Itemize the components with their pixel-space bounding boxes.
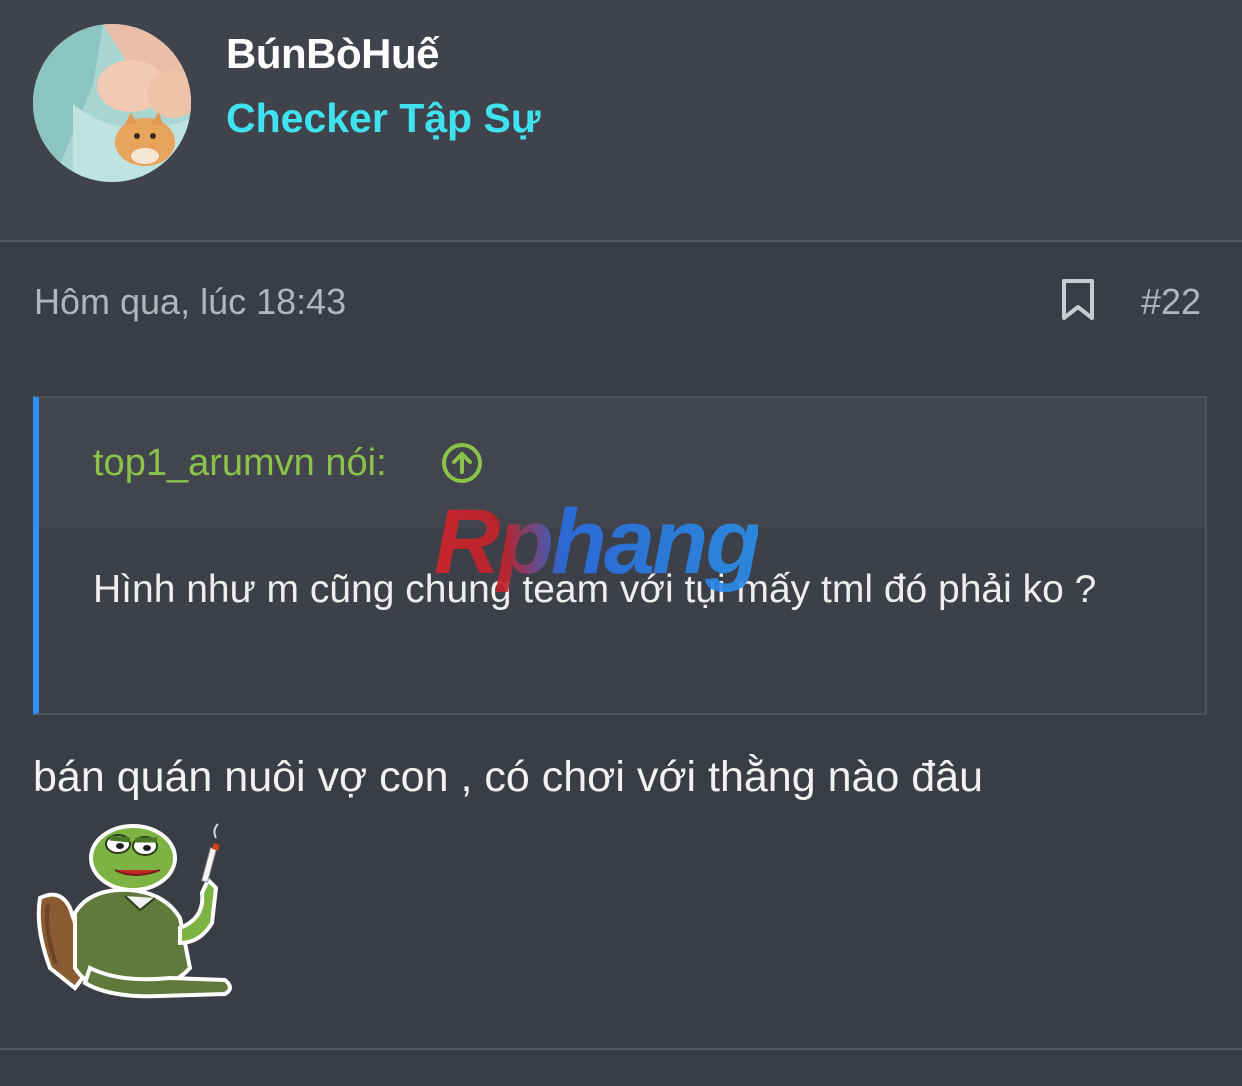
post-timestamp[interactable]: Hôm qua, lúc 18:43 bbox=[34, 281, 346, 323]
reply-text: bán quán nuôi vợ con , có chơi với thằng… bbox=[33, 753, 984, 801]
username[interactable]: BúnBòHuế bbox=[226, 30, 439, 78]
post-divider bbox=[0, 1048, 1242, 1050]
arrow-up-circle-icon[interactable] bbox=[441, 442, 483, 484]
avatar[interactable] bbox=[33, 24, 191, 182]
quote-author[interactable]: top1_arumvn nói: bbox=[93, 442, 387, 485]
user-title: Checker Tập Sự bbox=[226, 95, 541, 141]
post-number[interactable]: #22 bbox=[1141, 281, 1201, 323]
pepe-frog-smoking-sticker bbox=[30, 818, 240, 1003]
watermark-logo: Rphang bbox=[434, 491, 761, 593]
bookmark-icon[interactable] bbox=[1060, 278, 1096, 322]
post-author-header: BúnBòHuế Checker Tập Sự bbox=[0, 0, 1242, 242]
avatar-image bbox=[33, 24, 191, 182]
